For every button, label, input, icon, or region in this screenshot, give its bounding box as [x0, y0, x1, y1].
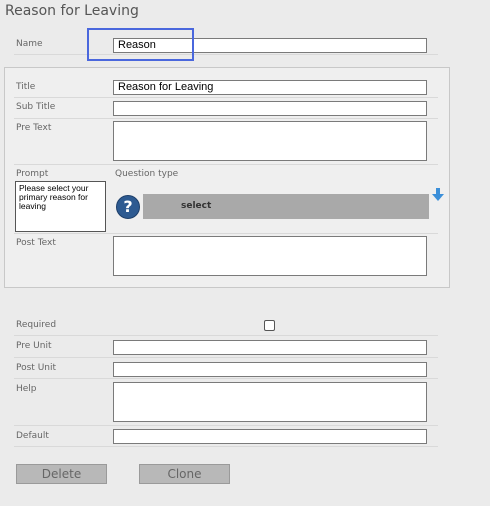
required-checkbox[interactable]	[264, 320, 275, 331]
pretext-label: Pre Text	[16, 123, 52, 133]
pre-unit-label: Pre Unit	[16, 341, 52, 351]
delete-button[interactable]: Delete	[16, 464, 107, 484]
default-field[interactable]	[113, 429, 427, 444]
divider	[14, 357, 438, 358]
arrow-down-icon[interactable]	[432, 188, 444, 202]
divider	[14, 425, 438, 426]
prompt-label: Prompt	[16, 169, 49, 179]
divider	[14, 97, 438, 98]
posttext-textarea[interactable]	[113, 236, 427, 276]
pre-unit-field[interactable]	[113, 340, 427, 355]
subtitle-label: Sub Title	[16, 102, 56, 112]
subtitle-field[interactable]	[113, 101, 427, 116]
posttext-label: Post Text	[16, 238, 56, 248]
help-question-icon[interactable]: ?	[116, 195, 140, 219]
default-label: Default	[16, 431, 49, 441]
divider	[14, 378, 438, 379]
post-unit-field[interactable]	[113, 362, 427, 377]
divider	[14, 233, 438, 234]
focus-highlight	[87, 28, 194, 61]
page-title: Reason for Leaving	[5, 3, 139, 19]
prompt-textarea[interactable]: Please select your primary reason for le…	[15, 181, 106, 232]
help-textarea[interactable]	[113, 382, 427, 422]
divider	[14, 54, 438, 55]
required-label: Required	[16, 320, 57, 330]
title-field[interactable]: Reason for Leaving	[113, 80, 427, 95]
title-label: Title	[16, 82, 36, 92]
post-unit-label: Post Unit	[16, 363, 57, 373]
divider	[14, 118, 438, 119]
divider	[14, 446, 438, 447]
pretext-textarea[interactable]	[113, 121, 427, 161]
question-type-label: Question type	[115, 169, 179, 179]
clone-button[interactable]: Clone	[139, 464, 230, 484]
question-type-value: select	[181, 201, 212, 211]
name-label: Name	[16, 39, 43, 49]
divider	[14, 335, 438, 336]
divider	[14, 164, 438, 165]
help-label: Help	[16, 384, 37, 394]
